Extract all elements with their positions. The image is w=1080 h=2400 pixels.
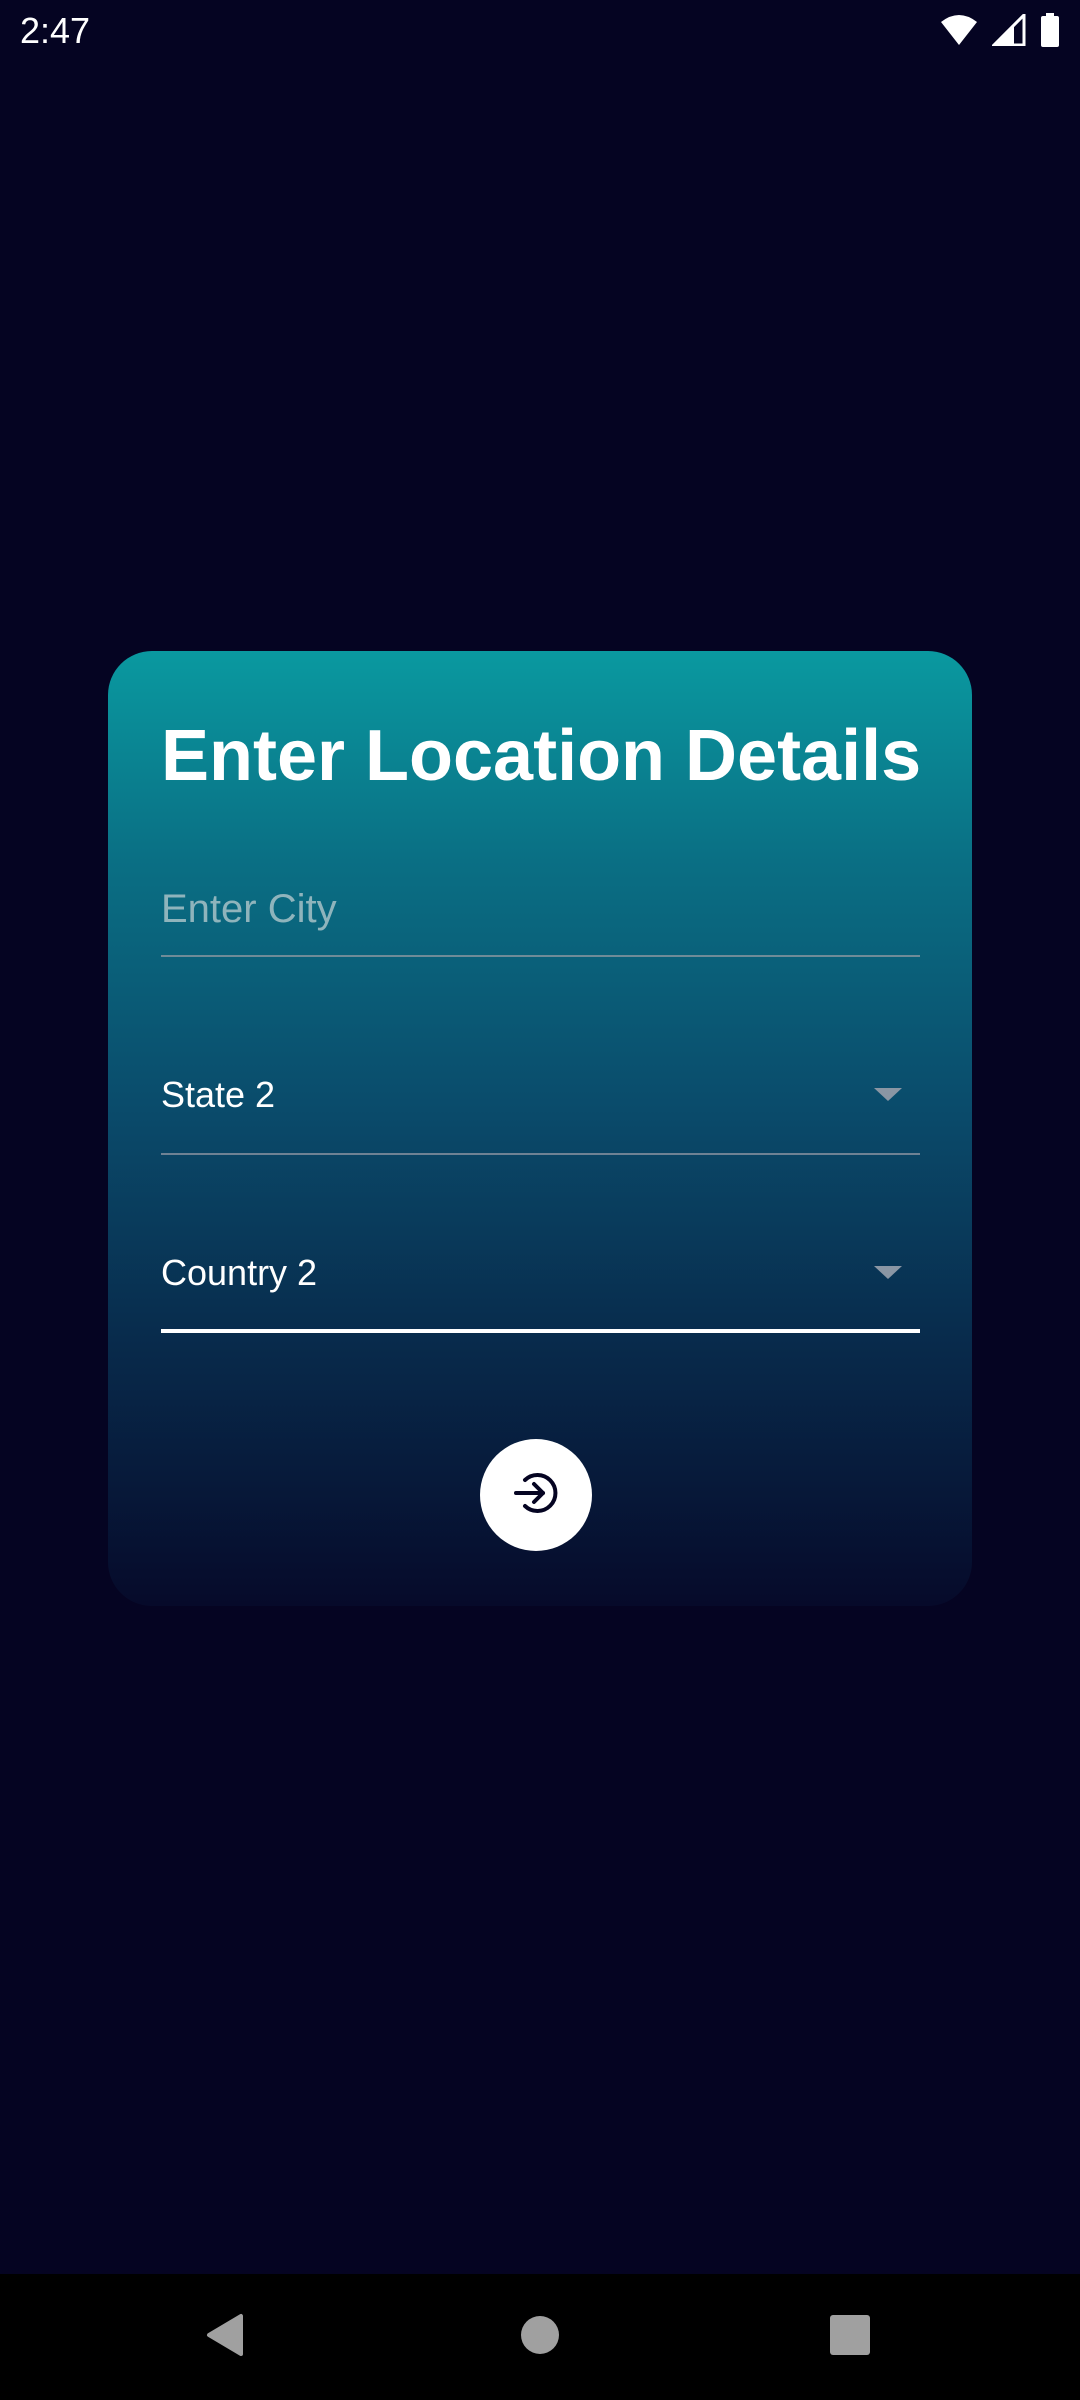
submit-button[interactable] [480, 1439, 592, 1551]
chevron-down-icon [874, 1266, 902, 1279]
state-selected-value: State 2 [161, 1074, 276, 1115]
state-underline [161, 1153, 920, 1155]
nav-back-button[interactable] [165, 2274, 285, 2400]
navigation-bar [0, 2274, 1080, 2400]
home-icon [520, 2315, 560, 2360]
nav-home-button[interactable] [480, 2274, 600, 2400]
country-underline-focused [161, 1329, 920, 1333]
status-time: 2:47 [20, 10, 91, 51]
city-field-container [161, 881, 920, 957]
country-selected-value: Country 2 [161, 1252, 318, 1293]
page-title: Enter Location Details [161, 716, 922, 796]
city-underline [161, 955, 920, 957]
wifi-icon [940, 14, 978, 46]
back-icon [205, 2313, 245, 2362]
cellular-signal-icon [992, 14, 1026, 46]
nav-recents-button[interactable] [790, 2274, 910, 2400]
location-screen: 2:47 Enter Location Details Enter City S… [0, 0, 1080, 2400]
status-bar: 2:47 [0, 0, 1080, 64]
country-dropdown[interactable]: Country 2 [161, 1232, 920, 1333]
recents-icon [830, 2314, 870, 2360]
city-input[interactable] [161, 881, 920, 937]
location-card: Enter Location Details State 2 Country 2 [108, 651, 972, 1606]
arrow-right-circle-icon [510, 1467, 562, 1524]
battery-icon [1040, 13, 1060, 47]
state-dropdown[interactable]: State 2 [161, 1054, 920, 1155]
chevron-down-icon [874, 1088, 902, 1101]
status-icons [940, 12, 1060, 48]
